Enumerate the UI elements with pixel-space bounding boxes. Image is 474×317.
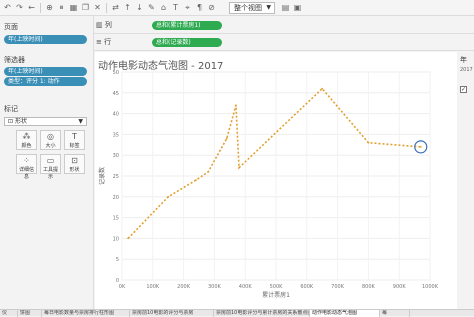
size-label: 大小	[45, 143, 56, 149]
new-datasource-icon[interactable]: ⊕	[45, 3, 54, 12]
marks-title: 标记	[4, 105, 18, 113]
detail-icon: ⁘	[23, 156, 30, 165]
shape-icon: ⊡	[8, 118, 15, 125]
sheet-tabs-bar: 仪 饼图 每日电影数量与票房排行柱形图 票房前10电影的评分与票房 票房前10电…	[0, 309, 474, 317]
color-button[interactable]: ⁂ 颜色	[16, 130, 37, 150]
filters-title: 筛选器	[4, 56, 25, 64]
detail-label: 详细信息	[18, 167, 34, 180]
shape-icon: ⊡	[71, 156, 78, 165]
marks-type-select[interactable]: ⊡ 形状 ▼	[4, 117, 87, 126]
redo-icon[interactable]: ↷	[15, 3, 24, 12]
tooltip-label: 工具提示	[42, 167, 58, 180]
chevron-down-icon: ▼	[266, 4, 271, 11]
highlight-icon[interactable]: ✎	[147, 3, 156, 12]
columns-label-text: 列	[104, 21, 112, 29]
color-icon: ⁂	[22, 132, 31, 141]
attach-icon[interactable]: ⊘	[207, 3, 216, 12]
presentation-icon[interactable]: ▣	[293, 3, 302, 12]
sort-desc-icon[interactable]: ↓	[135, 3, 144, 12]
detail-button[interactable]: ⁘ 详细信息	[16, 154, 37, 180]
back-icon[interactable]: ←	[27, 3, 36, 12]
fix-axes-icon[interactable]: ⌖	[183, 3, 192, 12]
pages-pill[interactable]: 年(上映时间)	[4, 35, 87, 44]
size-button[interactable]: ◎ 大小	[40, 130, 61, 150]
show-cards-icon[interactable]: ▤	[281, 3, 290, 12]
shape-button[interactable]: ⊡ 形状	[64, 154, 85, 174]
pause-icon[interactable]: ⏸	[57, 3, 66, 12]
toolbar-divider	[106, 3, 107, 13]
sort-asc-icon[interactable]: ↑	[123, 3, 132, 12]
label-label: 标签	[69, 143, 80, 149]
viz-canvas[interactable]	[95, 52, 457, 310]
year-value: 2017	[460, 67, 473, 73]
shape-label: 形状	[69, 167, 80, 173]
columns-shelf	[94, 17, 474, 34]
chevron-down-icon: ▼	[78, 118, 83, 125]
view-size-value: 整个视图	[234, 4, 262, 12]
clear-icon[interactable]: ✕	[93, 3, 102, 12]
duplicate-icon[interactable]: ❐	[81, 3, 90, 12]
filter-pill-type[interactable]: 类型：评分 1: 动作	[4, 77, 87, 86]
color-label: 颜色	[21, 143, 32, 149]
rows-shelf-label: ≡ 行	[96, 38, 112, 46]
marks-type-value: 形状	[14, 118, 27, 125]
format-icon[interactable]: ¶	[195, 3, 204, 12]
rows-shelf	[94, 34, 474, 51]
undo-icon[interactable]: ↶	[3, 3, 12, 12]
tooltip-button[interactable]: ▭ 工具提示	[40, 154, 61, 180]
rows-label-text: 行	[104, 38, 112, 46]
columns-pill[interactable]: 总和(累计票房1)	[152, 21, 222, 30]
right-panel: 年 2017 ✓	[457, 52, 474, 310]
group-icon[interactable]: ⌂	[159, 3, 168, 12]
label-icon: T	[72, 132, 77, 141]
chart-title: 动作电影动态气泡图 - 2017	[98, 61, 224, 72]
columns-shelf-label: ▥ 列	[96, 21, 112, 29]
pages-title: 页面	[4, 23, 18, 31]
labels-icon[interactable]: T	[171, 3, 180, 12]
label-button[interactable]: T 标签	[64, 130, 85, 150]
checkbox-icon[interactable]: ✓	[460, 86, 467, 93]
size-icon: ◎	[47, 132, 54, 141]
year-legend-title: 年	[460, 56, 467, 64]
swap-icon[interactable]: ⇄	[111, 3, 120, 12]
filter-pill-year[interactable]: 年(上映时间)	[4, 67, 87, 76]
tooltip-icon: ▭	[46, 156, 55, 165]
toolbar-divider	[40, 3, 41, 13]
view-size-select[interactable]: 整个视图 ▼	[229, 2, 275, 14]
toolbar: ↶ ↷ ← ⊕ ⏸ ▦ ❐ ✕ ⇄ ↑ ↓ ✎ ⌂ T ⌖ ¶ ⊘ 整个视图 ▼…	[0, 0, 474, 16]
new-sheet-icon[interactable]: ▦	[69, 3, 78, 12]
rows-pill[interactable]: 总和(记录数)	[152, 38, 222, 47]
